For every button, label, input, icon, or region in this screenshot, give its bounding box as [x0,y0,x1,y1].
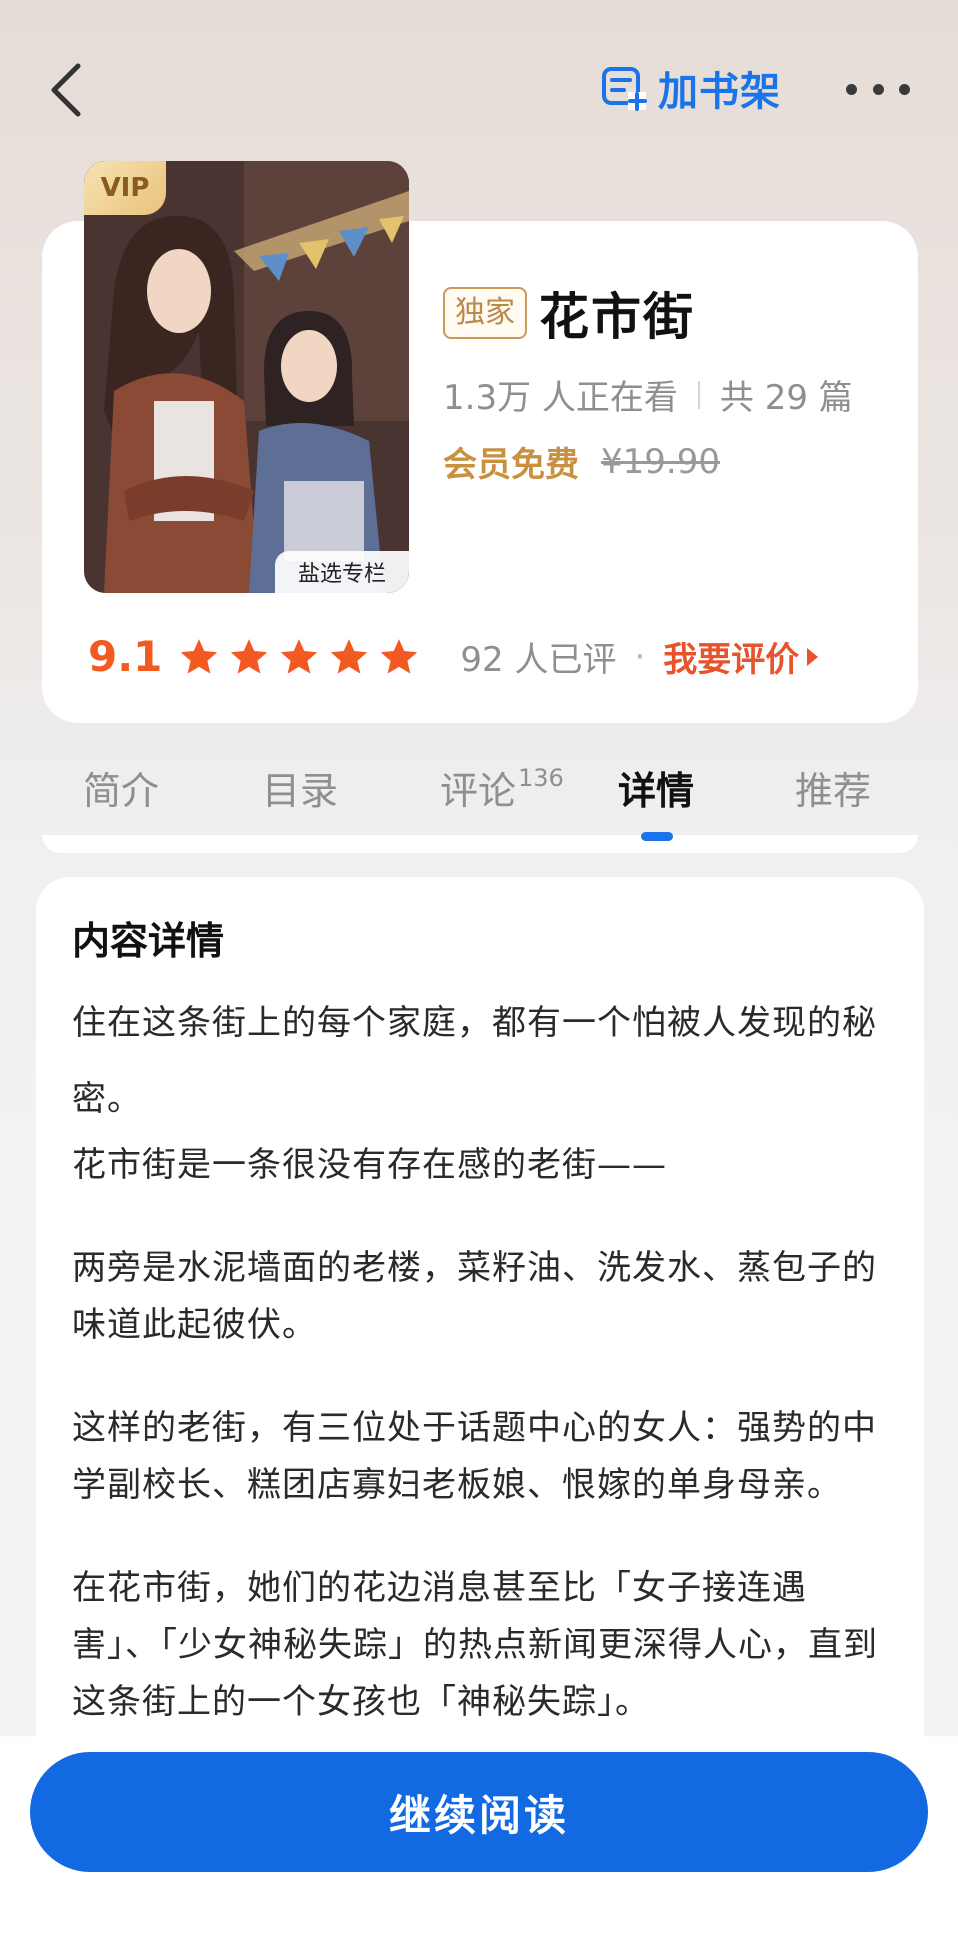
description-paragraph: 两旁是水泥墙面的老楼，菜籽油、洗发水、蒸包子的味道此起彼伏。 [72,1248,877,1345]
book-title: 花市街 [539,288,695,346]
rating-row: 9.1 92 人已评 · 我要评价 [88,632,819,681]
description-paragraph: 住在这条街上的每个家庭，都有一个怕被人发现的秘密。 [72,1003,877,1119]
rating-score: 9.1 [88,632,163,681]
title-row: 独家 花市街 [443,277,695,349]
more-button[interactable] [846,74,910,104]
rating-stars [178,636,420,678]
tab-content-edge [42,835,918,853]
price-row: 会员免费 ¥19.90 [443,437,720,486]
member-free-label: 会员免费 [443,445,579,485]
tab-details[interactable]: 详情 [618,760,694,815]
tab-bar: 简介 目录 评论136 详情 推荐 [0,760,958,840]
vip-badge: VIP [84,161,166,215]
chapter-count: 共 29 篇 [719,378,853,418]
exclusive-badge: 独家 [443,287,527,339]
book-stats: 1.3万 人正在看 共 29 篇 [443,370,853,419]
tab-comments[interactable]: 评论136 [440,760,564,815]
back-button[interactable] [46,62,86,118]
more-dots-icon [899,83,910,95]
active-tab-indicator [641,832,673,841]
chevron-left-icon [51,63,81,117]
tab-intro-label: 简介 [83,769,160,813]
triangle-right-icon [807,647,819,666]
description-paragraph: 这样的老街，有三位处于话题中心的女人：强势的中学副校长、糕团店寡妇老板娘、恨嫁的… [72,1408,877,1505]
star-icon [231,638,268,674]
tab-details-label: 详情 [618,769,695,813]
rating-separator: · [634,636,646,677]
continue-reading-button[interactable]: 继续阅读 [30,1752,928,1872]
more-dots-icon [846,83,857,95]
readers-count: 1.3万 人正在看 [443,378,678,418]
add-to-shelf-button[interactable]: 加书架 [600,60,781,116]
rate-book-link[interactable]: 我要评价 [663,632,819,681]
more-dots-icon [872,83,884,95]
star-icon [181,638,218,674]
star-icon [281,638,318,674]
tab-intro[interactable]: 简介 [83,760,159,815]
tab-comments-label: 评论 [440,769,517,813]
cover-illustration [84,161,409,593]
cover-caption: 盐选专栏 [275,551,409,593]
add-to-shelf-icon [602,67,647,111]
tab-recommend-label: 推荐 [795,769,872,813]
star-icon [331,638,368,674]
stats-divider [697,380,700,409]
tab-recommend[interactable]: 推荐 [795,760,871,815]
description-text: 住在这条街上的每个家庭，都有一个怕被人发现的秘密。 花市街是一条很没有存在感的老… [72,985,892,1731]
comments-count-badge: 136 [518,764,564,792]
section-title: 内容详情 [72,919,225,963]
star-icon [381,638,418,674]
rate-book-label: 我要评价 [663,640,800,680]
tab-catalog-label: 目录 [262,769,339,813]
original-price: ¥19.90 [601,441,720,482]
description-paragraph: 在花市街，她们的花边消息甚至比「女子接连遇害」、「少女神秘失踪」的热点新闻更深得… [72,1568,878,1722]
description-paragraph: 花市街是一条很没有存在感的老街—— [72,1145,667,1185]
add-to-shelf-label: 加书架 [658,69,781,115]
tab-catalog[interactable]: 目录 [262,760,338,815]
book-cover[interactable]: VIP 盐选专栏 [84,161,409,593]
rating-count: 92 人已评 [460,640,617,680]
